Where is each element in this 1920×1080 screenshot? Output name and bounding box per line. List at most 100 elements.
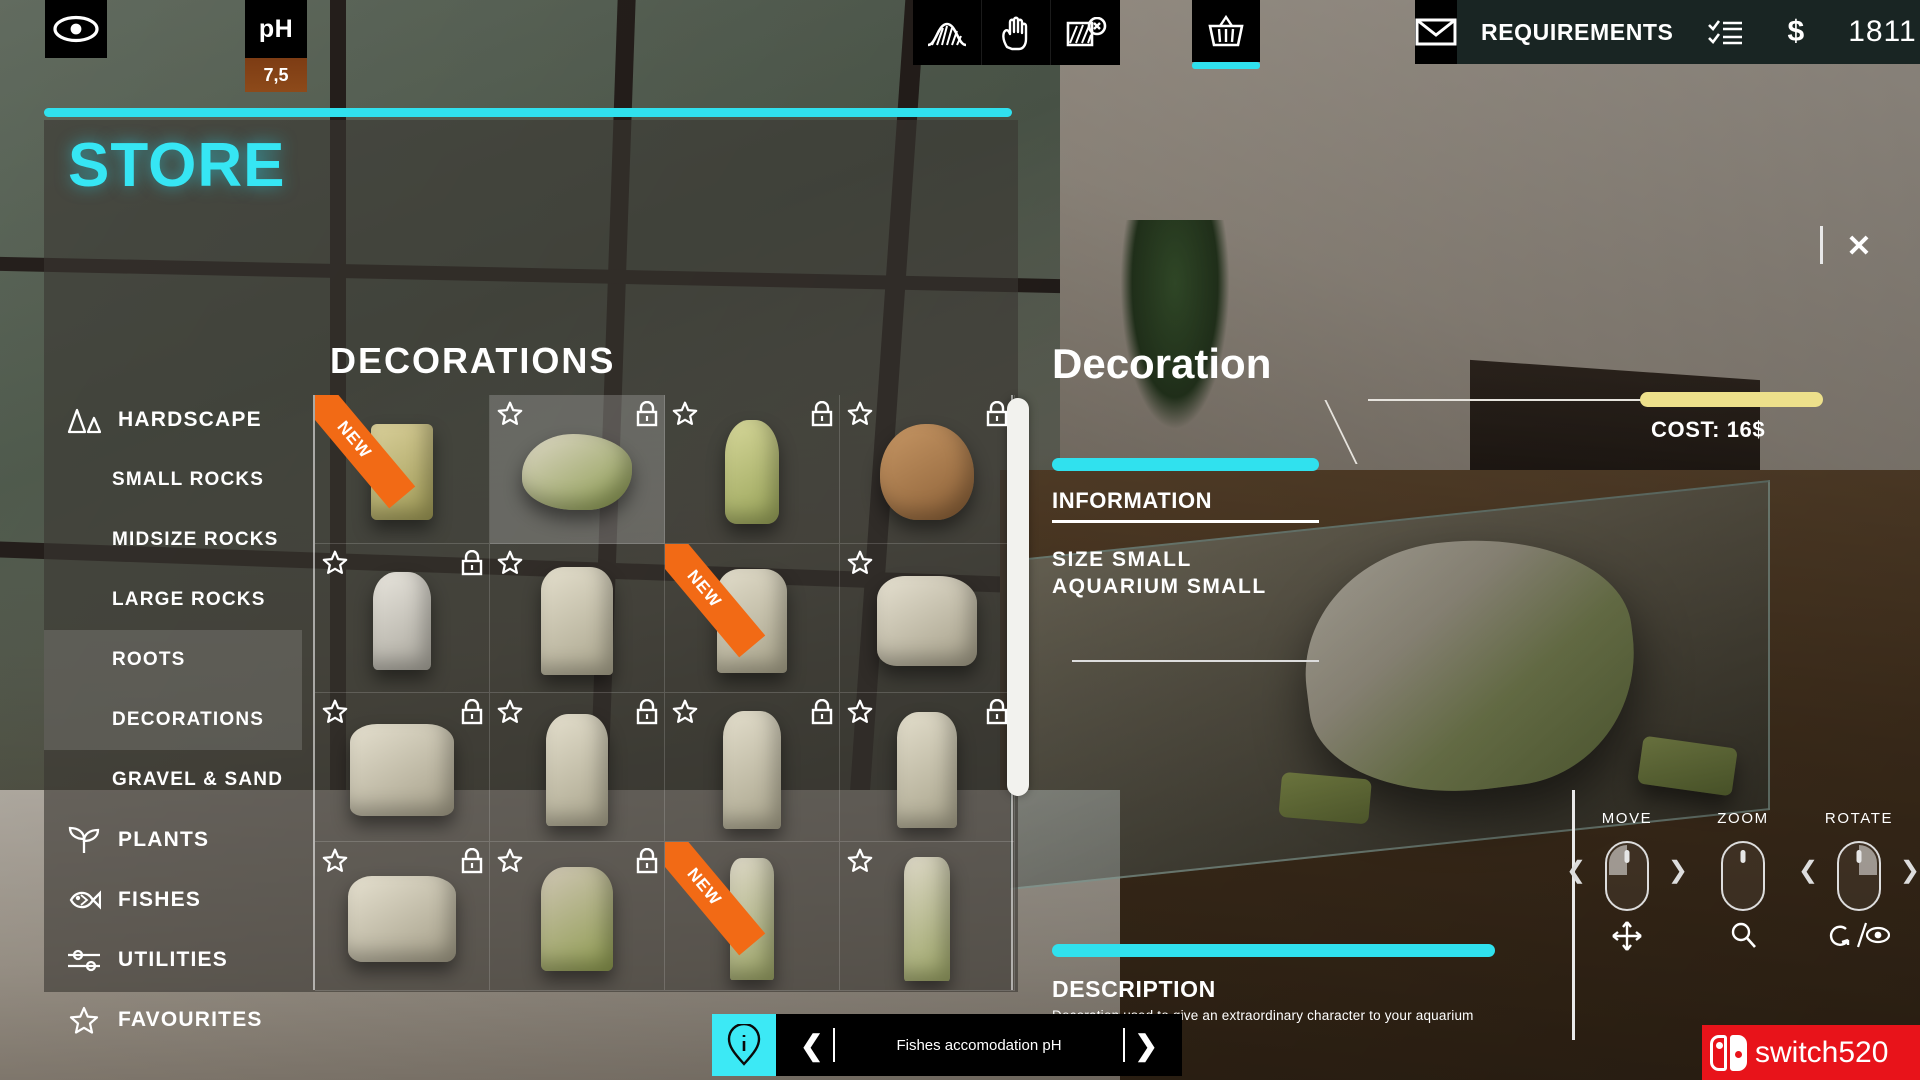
grid-scrollbar[interactable]	[1007, 398, 1029, 796]
store-item[interactable]	[490, 395, 665, 544]
lock-icon	[811, 401, 833, 427]
watermark: switch520	[1702, 1025, 1920, 1080]
favourite-star-icon[interactable]	[847, 699, 873, 724]
ph-label: pH	[258, 14, 294, 43]
item-thumbnail	[723, 710, 781, 829]
info-aquarium: AQUARIUM SMALL	[1052, 575, 1267, 598]
nintendo-switch-logo-icon	[1710, 1034, 1747, 1071]
lock-icon	[986, 699, 1008, 725]
sidebar-item-favourites[interactable]: FAVOURITES	[44, 990, 302, 1050]
sidebar-item-label: PLANTS	[118, 828, 210, 851]
fish-icon	[62, 886, 106, 914]
lock-icon	[986, 401, 1008, 427]
sidebar-item-label: SMALL ROCKS	[112, 469, 265, 490]
favourite-star-icon[interactable]	[497, 550, 523, 575]
favourite-star-icon[interactable]	[322, 699, 348, 724]
favourite-star-icon[interactable]	[672, 699, 698, 724]
store-item[interactable]	[315, 544, 490, 693]
favourite-star-icon[interactable]	[497, 401, 523, 426]
store-item[interactable]	[840, 544, 1015, 693]
cost-bar	[1640, 392, 1823, 407]
store-accent-line	[44, 108, 1012, 117]
store-item[interactable]	[665, 395, 840, 544]
favourite-star-icon[interactable]	[322, 550, 348, 575]
item-thumbnail	[897, 711, 957, 828]
favourite-star-icon[interactable]	[322, 848, 348, 873]
favourite-star-icon[interactable]	[847, 550, 873, 575]
cost-text: COST: 16$	[1651, 417, 1766, 442]
item-thumbnail	[880, 423, 974, 520]
information-rule	[1052, 520, 1319, 523]
sidebar-item-label: UTILITIES	[118, 948, 228, 971]
plant-icon	[62, 825, 106, 855]
basket-active-indicator	[1192, 62, 1260, 69]
sliders-icon	[62, 947, 106, 973]
sidebar-item-label: MIDSIZE ROCKS	[112, 529, 279, 550]
eye-icon[interactable]	[45, 0, 107, 58]
hand-icon[interactable]	[982, 0, 1051, 65]
terrain-icon[interactable]	[913, 0, 982, 65]
store-item[interactable]	[840, 395, 1015, 544]
detail-title: Decoration	[1052, 340, 1272, 387]
tip-prev-button[interactable]: ❮	[790, 1029, 833, 1062]
sidebar-item-gravel-sand[interactable]: GRAVEL & SAND	[44, 750, 302, 810]
status-bar: REQUIREMENTS $ 1811	[1415, 0, 1920, 64]
page-title: STORE	[68, 131, 286, 200]
item-thumbnail	[541, 866, 613, 971]
sidebar-item-fishes[interactable]: FISHES	[44, 870, 302, 930]
info-icon[interactable]	[712, 1014, 776, 1076]
close-icon[interactable]: ✕	[1842, 230, 1876, 264]
store-item[interactable]	[490, 842, 665, 991]
no-terrain-icon[interactable]	[1051, 0, 1120, 65]
favourite-star-icon[interactable]	[847, 848, 873, 873]
store-item[interactable]	[315, 693, 490, 842]
store-item[interactable]	[840, 842, 1015, 991]
store-item[interactable]	[840, 693, 1015, 842]
lock-icon	[461, 699, 483, 725]
store-item[interactable]	[490, 693, 665, 842]
item-thumbnail	[348, 875, 456, 962]
store-item[interactable]	[490, 544, 665, 693]
information-accent-bar	[1052, 458, 1319, 471]
tip-next-button[interactable]: ❯	[1125, 1029, 1168, 1062]
lock-icon	[461, 848, 483, 874]
sidebar-item-label: FISHES	[118, 888, 202, 911]
favourite-star-icon[interactable]	[497, 848, 523, 873]
sidebar-item-utilities[interactable]: UTILITIES	[44, 930, 302, 990]
sidebar-item-label: LARGE ROCKS	[112, 589, 266, 610]
item-thumbnail	[546, 713, 608, 826]
info-size: SIZE SMALL	[1052, 548, 1192, 571]
sidebar-item-plants[interactable]: PLANTS	[44, 810, 302, 870]
lock-icon	[461, 550, 483, 576]
requirements-label[interactable]: REQUIREMENTS	[1481, 19, 1674, 46]
checklist-icon[interactable]	[1707, 18, 1744, 46]
favourite-star-icon[interactable]	[672, 401, 698, 426]
sidebar-item-large-rocks[interactable]: LARGE ROCKS	[44, 570, 302, 630]
sidebar-item-small-rocks[interactable]: SMALL ROCKS	[44, 450, 302, 510]
cost-leader-line	[1368, 399, 1642, 401]
category-title: DECORATIONS	[330, 340, 616, 381]
store-item[interactable]: NEW	[315, 395, 490, 544]
store-item[interactable]: NEW	[665, 842, 840, 991]
item-thumbnail	[373, 571, 431, 670]
mail-icon[interactable]	[1415, 0, 1457, 64]
store-item[interactable]	[665, 693, 840, 842]
lock-icon	[636, 401, 658, 427]
sidebar-item-label: FAVOURITES	[118, 1008, 263, 1031]
currency-symbol: $	[1787, 15, 1805, 48]
sidebar-item-roots[interactable]: ROOTS	[44, 630, 302, 690]
item-thumbnail	[725, 419, 779, 524]
item-thumbnail	[904, 856, 950, 981]
sidebar-item-midsize-rocks[interactable]: MIDSIZE ROCKS	[44, 510, 302, 570]
ph-indicator[interactable]: pH	[245, 0, 307, 58]
store-sidebar: HARDSCAPE SMALL ROCKS MIDSIZE ROCKS LARGE R…	[44, 390, 302, 1050]
basket-icon[interactable]	[1192, 0, 1260, 62]
store-item[interactable]	[315, 842, 490, 991]
close-divider	[1820, 226, 1823, 264]
store-item[interactable]: NEW	[665, 544, 840, 693]
favourite-star-icon[interactable]	[847, 401, 873, 426]
sidebar-item-decorations[interactable]: DECORATIONS	[44, 690, 302, 750]
sidebar-item-hardscape[interactable]: HARDSCAPE	[44, 390, 302, 450]
favourite-star-icon[interactable]	[497, 699, 523, 724]
item-grid: NEW NEW NEW	[313, 395, 1015, 991]
